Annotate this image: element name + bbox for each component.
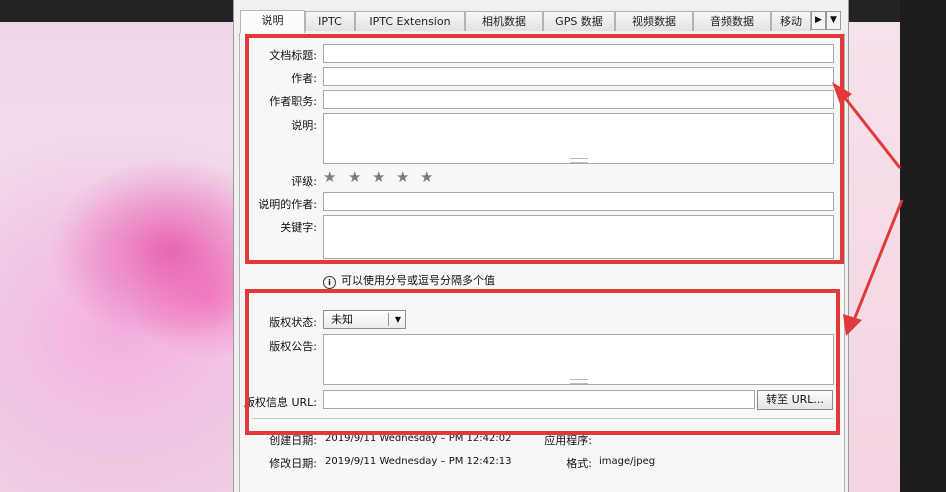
star-icon[interactable]: ★ <box>348 170 362 185</box>
star-icon[interactable]: ★ <box>323 170 337 185</box>
doc-title-label: 文档标题: <box>269 49 317 62</box>
tab-camera-data[interactable]: 相机数据 <box>465 11 543 31</box>
goto-url-button[interactable]: 转至 URL... <box>757 390 833 410</box>
created-date-label: 创建日期: <box>269 434 317 447</box>
copyright-notice-textarea[interactable] <box>323 334 834 385</box>
modified-date-label: 修改日期: <box>269 457 317 470</box>
chevron-down-icon: ▼ <box>394 315 401 324</box>
hint-text: 可以使用分号或逗号分隔多个值 <box>341 274 495 287</box>
star-icon[interactable]: ★ <box>420 170 434 185</box>
copyright-status-value: 未知 <box>331 313 353 326</box>
select-divider <box>388 313 389 326</box>
copyright-status-label: 版权状态: <box>269 316 317 329</box>
right-dark-edge <box>900 0 946 492</box>
description-label: 说明: <box>291 119 317 132</box>
tab-mobile[interactable]: 移动 <box>771 11 811 31</box>
keywords-label: 关键字: <box>280 221 317 234</box>
author-input[interactable] <box>323 67 834 86</box>
author-title-label: 作者职务: <box>269 95 317 108</box>
rating-label: 评级: <box>291 175 317 188</box>
format-value: image/jpeg <box>599 456 656 467</box>
doc-title-input[interactable] <box>323 44 834 63</box>
modified-date-value: 2019/9/11 Wednesday – PM 12:42:13 <box>325 456 512 467</box>
star-icon[interactable]: ★ <box>396 170 410 185</box>
application-label: 应用程序: <box>544 434 592 447</box>
tab-scroll-right-icon[interactable]: ▶ <box>811 11 826 30</box>
tab-video-data[interactable]: 视频数据 <box>615 11 693 31</box>
tab-audio-data[interactable]: 音频数据 <box>693 11 771 31</box>
section-divider <box>252 418 833 419</box>
keywords-hint: i 可以使用分号或逗号分隔多个值 <box>323 272 495 289</box>
description-resize-grip[interactable] <box>570 158 588 163</box>
copyright-status-select[interactable]: 未知 ▼ <box>323 310 406 329</box>
copyright-notice-label: 版权公告: <box>269 340 317 353</box>
author-label: 作者: <box>291 72 317 85</box>
tab-iptc[interactable]: IPTC <box>305 11 355 31</box>
author-title-input[interactable] <box>323 90 834 109</box>
tab-description[interactable]: 说明 <box>240 10 305 33</box>
info-icon: i <box>323 276 336 289</box>
description-writer-input[interactable] <box>323 192 834 211</box>
right-background-strip <box>848 22 900 492</box>
description-writer-label: 说明的作者: <box>258 198 317 211</box>
tab-iptc-extension[interactable]: IPTC Extension <box>355 11 465 31</box>
format-label: 格式: <box>566 457 592 470</box>
copyright-url-label: 版权信息 URL: <box>243 396 317 409</box>
created-date-value: 2019/9/11 Wednesday – PM 12:42:02 <box>325 433 512 444</box>
copyright-notice-resize-grip[interactable] <box>570 379 588 384</box>
star-icon[interactable]: ★ <box>372 170 386 185</box>
tab-menu-chevron-down-icon[interactable]: ▼ <box>826 11 841 30</box>
description-textarea[interactable] <box>323 113 834 164</box>
tab-gps-data[interactable]: GPS 数据 <box>543 11 615 31</box>
copyright-url-input[interactable] <box>323 390 755 409</box>
keywords-textarea[interactable] <box>323 215 834 259</box>
